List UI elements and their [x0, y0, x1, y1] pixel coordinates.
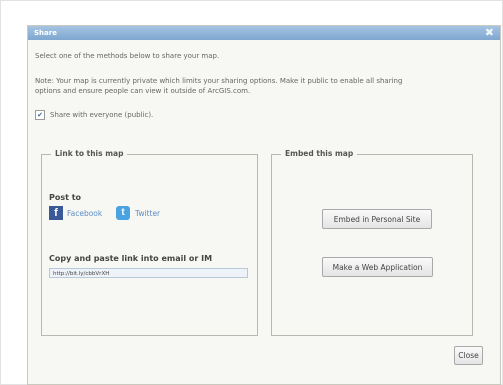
post-to-label: Post to	[49, 193, 82, 202]
share-dialog: Share ✖ Select one of the methods below …	[27, 25, 501, 385]
dialog-titlebar: Share ✖	[28, 26, 500, 40]
twitter-label[interactable]: Twitter	[135, 209, 160, 218]
embed-map-section: Embed this map Embed in Personal Site Ma…	[271, 149, 473, 336]
embed-personal-site-button[interactable]: Embed in Personal Site	[322, 209, 432, 229]
share-public-checkbox[interactable]: ✔	[35, 110, 45, 120]
share-public-label: Share with everyone (public).	[50, 111, 154, 119]
dialog-title: Share	[34, 29, 57, 37]
share-link-field[interactable]: http://bit.ly/cbbVrXH	[49, 268, 248, 278]
share-public-row[interactable]: ✔ Share with everyone (public).	[35, 110, 153, 120]
facebook-link[interactable]: f Facebook	[49, 206, 102, 220]
link-section-legend: Link to this map	[51, 149, 128, 158]
twitter-link[interactable]: t Twitter	[116, 206, 160, 220]
facebook-label[interactable]: Facebook	[67, 209, 102, 218]
note-text-line-2: options and ensure people can view it ou…	[35, 87, 251, 95]
twitter-icon[interactable]: t	[116, 206, 130, 220]
close-icon[interactable]: ✖	[485, 26, 494, 40]
make-web-application-button[interactable]: Make a Web Application	[322, 257, 433, 277]
close-button[interactable]: Close	[454, 346, 483, 365]
note-text-line-1: Note: Your map is currently private whic…	[35, 77, 403, 85]
link-to-map-section: Link to this map Post to f Facebook t Tw…	[41, 149, 258, 336]
copy-link-label: Copy and paste link into email or IM	[49, 254, 213, 263]
facebook-icon[interactable]: f	[49, 206, 63, 220]
embed-section-legend: Embed this map	[281, 149, 358, 158]
intro-text: Select one of the methods below to share…	[35, 52, 220, 60]
